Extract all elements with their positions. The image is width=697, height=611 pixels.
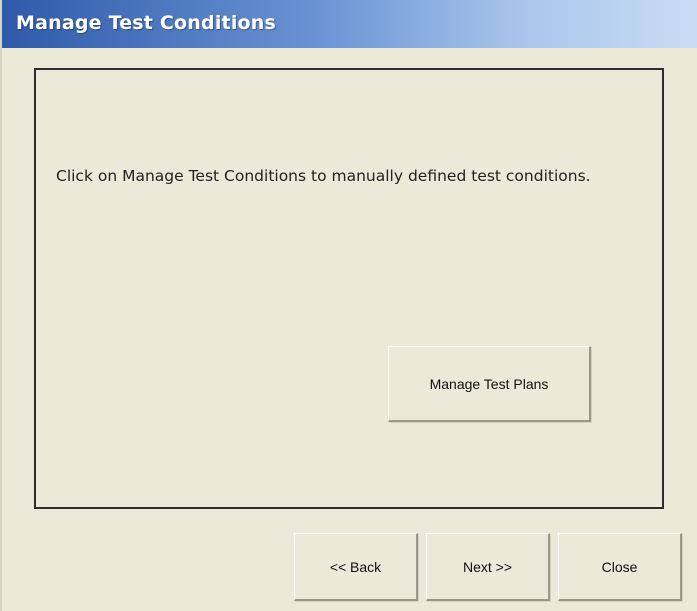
title-bar: Manage Test Conditions [2, 0, 697, 48]
window-title: Manage Test Conditions [16, 12, 277, 34]
close-button[interactable]: Close [558, 533, 682, 601]
instruction-text: Click on Manage Test Conditions to manua… [56, 167, 591, 185]
wizard-window: Manage Test Conditions Click on Manage T… [0, 0, 697, 611]
manage-test-plans-button[interactable]: Manage Test Plans [388, 346, 591, 422]
back-button[interactable]: << Back [294, 533, 418, 601]
content-panel: Click on Manage Test Conditions to manua… [34, 68, 664, 509]
next-button[interactable]: Next >> [426, 533, 550, 601]
